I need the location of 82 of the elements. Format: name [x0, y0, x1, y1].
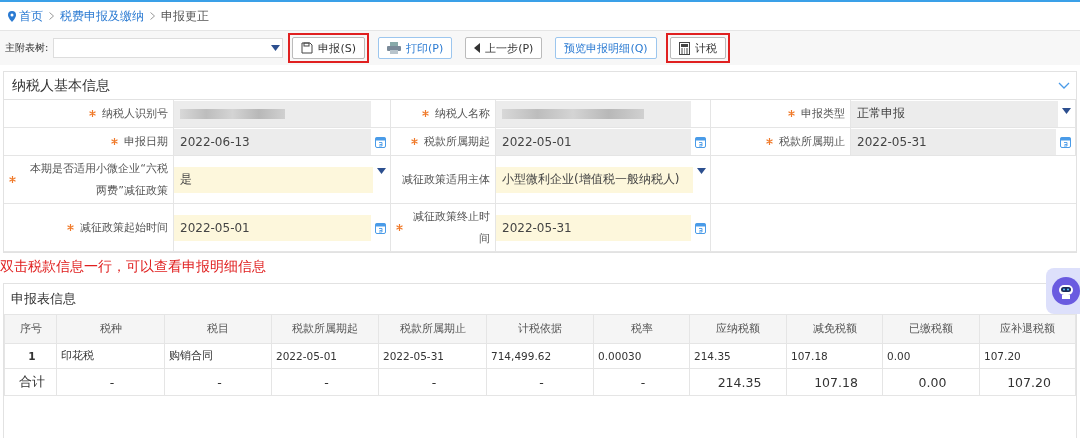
field-label: 申报类型	[801, 105, 845, 122]
table-cell: -	[593, 368, 690, 396]
printer-icon	[386, 42, 401, 54]
dropdown-field[interactable]: 小型微利企业(增值税一般纳税人)	[496, 166, 693, 193]
table-cell: 714,499.62	[486, 343, 594, 369]
column-header: 序号	[4, 314, 57, 344]
dropdown-caret-icon[interactable]	[697, 168, 706, 174]
table-cell: 107.18	[786, 368, 883, 396]
date-field[interactable]: 2022-05-31	[851, 128, 1056, 155]
table-cell: 0.00	[882, 343, 980, 369]
panel-title: 纳税人基本信息	[12, 76, 110, 95]
date-field[interactable]: 2022-05-31	[496, 214, 691, 241]
field-label: 本期是否适用小微企业“六税两费”减征政策	[29, 160, 168, 199]
toolbar-button[interactable]: 上一步(P)	[465, 37, 543, 59]
field-label: 减征政策适用主体	[402, 171, 490, 188]
chevron-right-icon	[49, 12, 54, 20]
column-header: 减免税额	[786, 314, 883, 344]
field-label: 纳税人识别号	[102, 105, 168, 122]
dropdown-field[interactable]: 是	[174, 166, 373, 193]
dropdown-caret-icon[interactable]	[271, 45, 281, 51]
table-cell: -	[486, 368, 594, 396]
table-cell: 0.00	[882, 368, 980, 396]
hint-text: 双击税款信息一行，可以查看申报明细信息	[0, 257, 267, 276]
breadcrumb-link[interactable]: 税费申报及缴纳	[60, 8, 144, 24]
calculator-icon	[678, 41, 690, 55]
column-header: 已缴税额	[882, 314, 980, 344]
calendar-icon[interactable]	[375, 135, 386, 148]
dropdown-caret-icon[interactable]	[377, 168, 386, 174]
location-pin-icon	[8, 10, 16, 22]
column-header: 应纳税额	[689, 314, 787, 344]
calendar-icon[interactable]	[1060, 135, 1071, 148]
table-cell: 214.35	[689, 343, 787, 369]
date-field[interactable]: 2022-05-01	[174, 214, 371, 241]
field-label: 减征政策终止时间	[412, 208, 490, 247]
table-cell: 107.18	[786, 343, 883, 369]
field-label: 减征政策起始时间	[80, 219, 168, 236]
column-header: 税款所属期止	[378, 314, 487, 344]
table-cell: -	[164, 368, 272, 396]
field-label: 税款所属期起	[424, 133, 490, 150]
toolbar-button[interactable]: 打印(P)	[377, 37, 453, 59]
section-title: 申报表信息	[11, 290, 76, 308]
toolbar-button[interactable]: 申报(S)	[292, 37, 365, 59]
table-cell: 1	[4, 343, 57, 369]
table-cell: 214.35	[689, 368, 787, 396]
table-cell: -	[271, 368, 379, 396]
tree-select-field[interactable]	[53, 38, 284, 58]
column-header: 计税依据	[486, 314, 594, 344]
column-header: 税款所属期起	[271, 314, 379, 344]
column-header: 应补退税额	[979, 314, 1076, 344]
assistant-button[interactable]	[1046, 268, 1080, 314]
table-cell: 购销合同	[164, 343, 272, 369]
toolbar-button[interactable]: 预览申报明细(Q)	[555, 37, 657, 59]
date-field[interactable]: 2022-06-13	[174, 128, 371, 155]
field-label: 申报日期	[124, 133, 168, 150]
tree-label: 主附表树:	[5, 41, 49, 55]
field-label: 纳税人名称	[435, 105, 490, 122]
date-field[interactable]: 2022-05-01	[496, 128, 691, 155]
left-triangle-icon	[474, 43, 481, 53]
toolbar-button[interactable]: 计税	[669, 37, 726, 59]
column-header: 税率	[593, 314, 690, 344]
dropdown-caret-icon[interactable]	[1062, 108, 1071, 114]
table-cell: -	[378, 368, 487, 396]
robot-icon	[1052, 277, 1080, 305]
dropdown-field[interactable]: 正常申报	[851, 100, 1058, 127]
table-cell: 2022-05-01	[271, 343, 379, 369]
table-cell: -	[56, 368, 165, 396]
breadcrumb-current: 申报更正	[161, 8, 209, 24]
chevron-right-icon	[150, 12, 155, 20]
column-header: 税种	[56, 314, 165, 344]
table-cell: 107.20	[979, 368, 1076, 396]
table-cell: 合计	[4, 368, 57, 396]
table-cell: 印花税	[56, 343, 165, 369]
column-header: 税目	[164, 314, 272, 344]
calendar-icon[interactable]	[375, 221, 386, 234]
calendar-icon[interactable]	[695, 221, 706, 234]
field-label: 税款所属期止	[779, 133, 845, 150]
table-cell: 107.20	[979, 343, 1076, 369]
table-cell: 2022-05-31	[378, 343, 487, 369]
chevron-down-icon[interactable]	[1058, 82, 1070, 89]
table-cell: 0.00030	[593, 343, 690, 369]
breadcrumb-link[interactable]: 首页	[19, 8, 43, 24]
calendar-icon[interactable]	[695, 135, 706, 148]
